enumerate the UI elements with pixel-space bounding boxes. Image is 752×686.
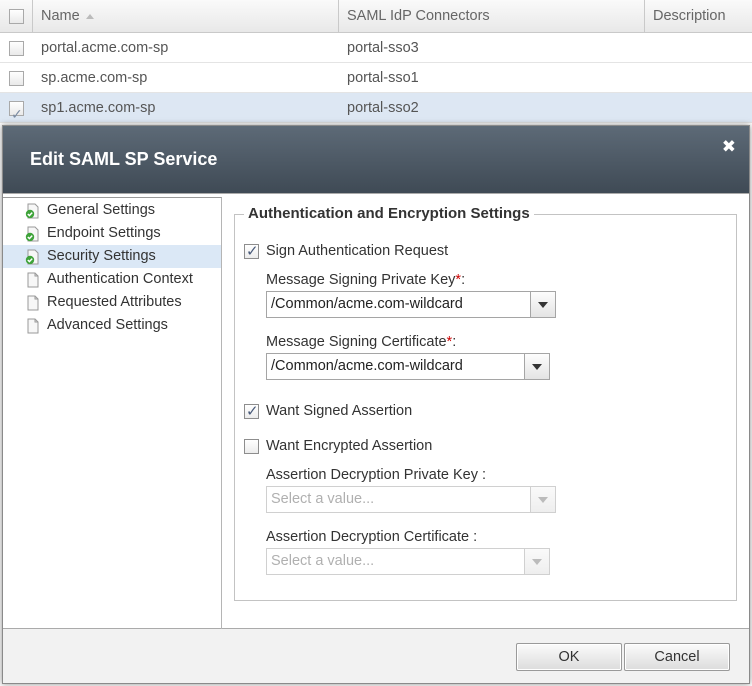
table-row[interactable]: sp1.acme.com-sp portal-sso2: [0, 93, 752, 129]
row-description: [645, 63, 752, 93]
want-encrypted-assertion-checkbox[interactable]: Want Encrypted Assertion: [244, 438, 432, 454]
column-header-idp[interactable]: SAML IdP Connectors: [339, 0, 645, 33]
signing-cert-select[interactable]: /Common/acme.com-wildcard: [266, 353, 550, 380]
cancel-button[interactable]: Cancel: [624, 643, 730, 671]
column-header-description-label: Description: [653, 8, 726, 24]
chevron-down-icon[interactable]: [530, 292, 555, 317]
sign-auth-request-label: Sign Authentication Request: [266, 243, 449, 259]
column-header-description[interactable]: Description: [645, 0, 752, 33]
nav-item-label: Requested Attributes: [47, 294, 182, 310]
table-row[interactable]: sp.acme.com-sp portal-sso1: [0, 63, 752, 93]
chevron-down-icon[interactable]: [530, 487, 555, 512]
nav-item-label: General Settings: [47, 202, 156, 218]
table-row[interactable]: portal.acme.com-sp portal-sso3: [0, 33, 752, 63]
ok-button[interactable]: OK: [516, 643, 622, 671]
row-checkbox[interactable]: [9, 99, 24, 129]
want-signed-assertion-label: Want Signed Assertion: [266, 403, 413, 419]
signing-cert-label: Message Signing Certificate*:: [266, 334, 456, 350]
label-suffix: :: [469, 529, 478, 545]
select-all-checkbox[interactable]: [8, 9, 24, 24]
row-idp: portal-sso1: [347, 70, 419, 86]
decrypt-key-label-text: Assertion Decryption Private Key: [266, 467, 478, 483]
dialog-title: Edit SAML SP Service: [30, 149, 218, 169]
row-checkbox-cell: [0, 33, 33, 63]
row-name: sp.acme.com-sp: [41, 70, 148, 86]
signing-cert-label-text: Message Signing Certificate: [266, 334, 447, 350]
sp-services-table: Name SAML IdP Connectors Description por…: [0, 0, 752, 129]
row-checkbox[interactable]: [9, 70, 24, 86]
decrypt-cert-placeholder: Select a value...: [271, 553, 375, 569]
sign-auth-request-checkbox[interactable]: Sign Authentication Request: [244, 242, 449, 260]
select-all-checkbox-cell[interactable]: [0, 0, 33, 33]
row-checkbox[interactable]: [9, 40, 24, 56]
nav-item-endpoint-settings[interactable]: Endpoint Settings: [3, 222, 221, 245]
checkbox-box[interactable]: [244, 438, 259, 454]
row-name: sp1.acme.com-sp: [41, 100, 156, 116]
checkbox-box[interactable]: [244, 402, 259, 420]
page-check-icon: [25, 249, 39, 265]
section-title: Authentication and Encryption Settings: [244, 205, 534, 222]
column-header-idp-label: SAML IdP Connectors: [347, 8, 490, 24]
close-icon[interactable]: ✖: [722, 137, 736, 157]
decrypt-key-select[interactable]: Select a value...: [266, 486, 556, 513]
signing-key-value: /Common/acme.com-wildcard: [271, 296, 463, 312]
row-name: portal.acme.com-sp: [41, 40, 169, 56]
want-signed-assertion-checkbox[interactable]: Want Signed Assertion: [244, 402, 413, 420]
nav-item-label: Security Settings: [47, 248, 156, 264]
signing-key-select[interactable]: /Common/acme.com-wildcard: [266, 291, 556, 318]
checkbox-box[interactable]: [244, 242, 259, 260]
page-icon: [27, 295, 39, 311]
edit-saml-sp-dialog: Edit SAML SP Service ✖ General Settings …: [2, 125, 750, 684]
row-idp: portal-sso2: [347, 100, 419, 116]
dialog-title-bar[interactable]: Edit SAML SP Service ✖: [3, 126, 749, 193]
row-idp: portal-sso3: [347, 40, 419, 56]
nav-item-label: Endpoint Settings: [47, 225, 161, 241]
dialog-body: General Settings Endpoint Settings Secur…: [3, 193, 749, 629]
table-header: Name SAML IdP Connectors Description: [0, 0, 752, 33]
chevron-down-icon[interactable]: [524, 354, 549, 379]
nav-item-general-settings[interactable]: General Settings: [3, 199, 221, 222]
nav-item-label: Advanced Settings: [47, 317, 168, 333]
signing-key-label: Message Signing Private Key*:: [266, 272, 465, 288]
decrypt-cert-label: Assertion Decryption Certificate :: [266, 529, 477, 545]
decrypt-cert-label-text: Assertion Decryption Certificate: [266, 529, 470, 545]
row-description: [645, 33, 752, 63]
row-checkbox-cell: [0, 63, 33, 93]
page-icon: [27, 318, 39, 334]
nav-item-label: Authentication Context: [47, 271, 193, 287]
decrypt-key-label: Assertion Decryption Private Key :: [266, 467, 486, 483]
nav-item-security-settings[interactable]: Security Settings: [3, 245, 221, 268]
auth-encryption-fieldset: Authentication and Encryption Settings S…: [234, 205, 737, 601]
decrypt-key-placeholder: Select a value...: [271, 491, 375, 507]
column-header-name-label: Name: [41, 8, 80, 24]
nav-item-requested-attributes[interactable]: Requested Attributes: [3, 291, 221, 314]
chevron-down-icon[interactable]: [524, 549, 549, 574]
row-checkbox-cell: [0, 93, 33, 129]
signing-key-label-text: Message Signing Private Key: [266, 272, 456, 288]
settings-content: Authentication and Encryption Settings S…: [234, 194, 749, 628]
settings-nav: General Settings Endpoint Settings Secur…: [3, 197, 222, 629]
page-check-icon: [25, 203, 39, 219]
column-header-name[interactable]: Name: [33, 0, 339, 33]
row-description: [645, 93, 752, 123]
decrypt-cert-select[interactable]: Select a value...: [266, 548, 550, 575]
label-suffix: :: [452, 334, 457, 350]
signing-cert-value: /Common/acme.com-wildcard: [271, 358, 463, 374]
want-encrypted-assertion-label: Want Encrypted Assertion: [266, 438, 433, 454]
label-suffix: :: [461, 272, 466, 288]
nav-item-authentication-context[interactable]: Authentication Context: [3, 268, 221, 291]
page-check-icon: [25, 226, 39, 242]
nav-item-advanced-settings[interactable]: Advanced Settings: [3, 314, 221, 337]
sort-ascending-icon: [85, 13, 94, 19]
page-icon: [27, 272, 39, 288]
dialog-footer: OK Cancel: [3, 629, 749, 683]
label-suffix: :: [477, 467, 487, 483]
